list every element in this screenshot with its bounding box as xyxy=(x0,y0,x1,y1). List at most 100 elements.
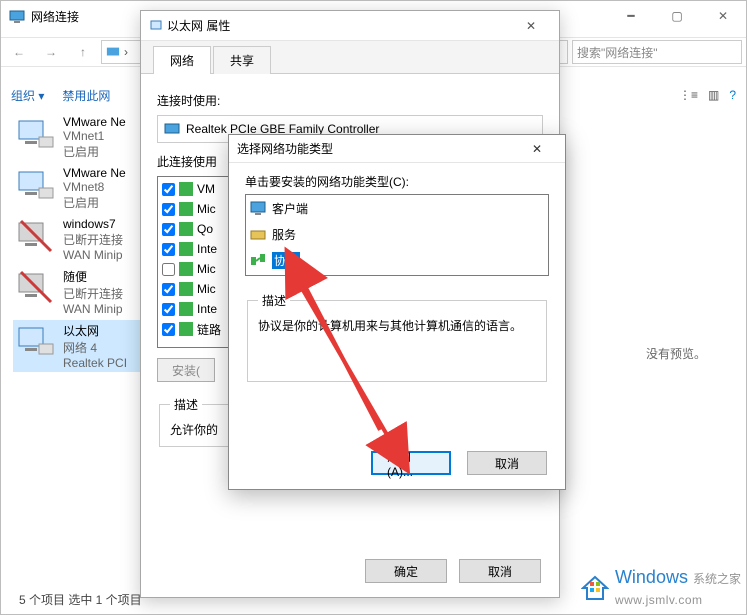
select-feature-type-dialog: 选择网络功能类型 ✕ 单击要安装的网络功能类型(C): 客户端 服务 协议 描述… xyxy=(228,134,566,490)
connect-using-label: 连接时使用: xyxy=(157,92,543,109)
back-button[interactable]: ← xyxy=(5,39,33,65)
protocol-label: Inte xyxy=(197,302,217,316)
search-placeholder: 搜索"网络连接" xyxy=(577,44,658,61)
protocol-checkbox[interactable] xyxy=(162,263,175,276)
cancel-button[interactable]: 取消 xyxy=(459,559,541,583)
protocol-label: VM xyxy=(197,182,215,196)
watermark-sub: 系统之家 xyxy=(693,572,741,586)
help-icon[interactable]: ? xyxy=(729,88,736,102)
protocol-checkbox[interactable] xyxy=(162,323,175,336)
type-label: 服务 xyxy=(272,226,296,243)
protocol-checkbox[interactable] xyxy=(162,283,175,296)
type-row-protocol[interactable]: 协议 xyxy=(246,247,548,273)
cancel-button[interactable]: 取消 xyxy=(467,451,547,475)
protocol-checkbox[interactable] xyxy=(162,243,175,256)
protocol-icon xyxy=(179,322,193,336)
type-row-client[interactable]: 客户端 xyxy=(246,195,548,221)
up-button[interactable]: ↑ xyxy=(69,39,97,65)
protocol-label: Qo xyxy=(197,222,213,236)
item-sub: 网络 4 xyxy=(63,339,127,356)
ok-button[interactable]: 确定 xyxy=(365,559,447,583)
adapter-icon xyxy=(17,115,57,155)
protocol-icon xyxy=(179,202,193,216)
tab-sharing[interactable]: 共享 xyxy=(213,46,271,74)
adapter-icon xyxy=(17,322,57,362)
view-menu-icon[interactable]: ⋮≡ xyxy=(679,88,698,102)
minimize-button[interactable]: ━ xyxy=(608,1,654,31)
protocol-icon xyxy=(179,262,193,276)
protocol-checkbox[interactable] xyxy=(162,203,175,216)
description-text: 协议是你的计算机用来与其他计算机通信的语言。 xyxy=(258,317,536,334)
protocol-checkbox[interactable] xyxy=(162,183,175,196)
item-sub: 已断开连接 xyxy=(63,231,123,248)
item-status: Realtek PCI xyxy=(63,356,127,370)
close-button[interactable]: ✕ xyxy=(700,1,746,31)
adapter-icon xyxy=(164,121,180,137)
type-label: 协议 xyxy=(272,252,300,269)
preview-pane-icon[interactable]: ▥ xyxy=(708,88,719,102)
item-sub: 已断开连接 xyxy=(63,285,123,302)
protocol-checkbox[interactable] xyxy=(162,223,175,236)
item-sub: VMnet1 xyxy=(63,129,126,143)
protocol-icon xyxy=(179,282,193,296)
window-controls: ━ ▢ ✕ xyxy=(608,1,746,31)
network-icon xyxy=(106,45,120,59)
protocol-icon xyxy=(179,222,193,236)
item-name: windows7 xyxy=(63,217,123,231)
item-status: 已启用 xyxy=(63,143,126,160)
item-status: WAN Minip xyxy=(63,248,123,262)
protocol-label: Mic xyxy=(197,282,216,296)
adapter-icon xyxy=(17,166,57,206)
type-row-service[interactable]: 服务 xyxy=(246,221,548,247)
watermark: Windows 系统之家 www.jsmlv.com xyxy=(581,567,741,609)
protocol-icon xyxy=(250,252,266,268)
dialog-icon xyxy=(149,19,163,33)
item-name: VMware Ne xyxy=(63,166,126,180)
watermark-url: www.jsmlv.com xyxy=(615,593,703,607)
prompt-label: 单击要安装的网络功能类型(C): xyxy=(245,173,549,190)
explorer-title-text: 网络连接 xyxy=(31,8,79,25)
watermark-brand: Windows xyxy=(615,567,688,587)
forward-button[interactable]: → xyxy=(37,39,65,65)
protocol-label: Inte xyxy=(197,242,217,256)
adapter-icon xyxy=(17,217,57,257)
description-legend: 描述 xyxy=(170,396,202,413)
house-icon xyxy=(581,574,609,602)
install-button[interactable]: 安装( xyxy=(157,358,215,382)
protocol-icon xyxy=(179,242,193,256)
item-sub: VMnet8 xyxy=(63,180,126,194)
organize-menu[interactable]: 组织 ▾ xyxy=(11,87,44,104)
search-input[interactable]: 搜索"网络连接" xyxy=(572,40,742,64)
feature-type-list[interactable]: 客户端 服务 协议 xyxy=(245,194,549,276)
adapter-icon xyxy=(17,268,57,308)
dialog-titlebar: 以太网 属性 ✕ xyxy=(141,11,559,41)
protocol-icon xyxy=(179,182,193,196)
protocol-checkbox[interactable] xyxy=(162,303,175,316)
type-label: 客户端 xyxy=(272,200,308,217)
dialog-title: 选择网络功能类型 xyxy=(237,140,333,157)
protocol-icon xyxy=(179,302,193,316)
protocol-label: Mic xyxy=(197,262,216,276)
add-button[interactable]: 添加(A)... xyxy=(371,451,451,475)
service-icon xyxy=(250,226,266,242)
close-icon[interactable]: ✕ xyxy=(511,19,551,33)
client-icon xyxy=(250,200,266,216)
tabs: 网络 共享 xyxy=(141,41,559,74)
item-name: 以太网 xyxy=(63,322,127,339)
network-icon xyxy=(9,8,25,24)
description-legend: 描述 xyxy=(258,292,290,309)
item-status: WAN Minip xyxy=(63,302,123,316)
protocol-label: Mic xyxy=(197,202,216,216)
dialog-title: 以太网 属性 xyxy=(167,17,230,34)
description-group: 描述 协议是你的计算机用来与其他计算机通信的语言。 xyxy=(247,292,547,382)
close-icon[interactable]: ✕ xyxy=(517,142,557,156)
tab-network[interactable]: 网络 xyxy=(153,46,211,74)
item-name: 随便 xyxy=(63,268,123,285)
disable-device-button[interactable]: 禁用此网 xyxy=(62,87,110,104)
status-bar: 5 个项目 选中 1 个项目 xyxy=(19,591,142,608)
item-status: 已启用 xyxy=(63,194,126,211)
item-name: VMware Ne xyxy=(63,115,126,129)
protocol-label: 链路 xyxy=(197,321,221,338)
preview-message: 没有预览。 xyxy=(646,345,706,362)
maximize-button[interactable]: ▢ xyxy=(654,1,700,31)
